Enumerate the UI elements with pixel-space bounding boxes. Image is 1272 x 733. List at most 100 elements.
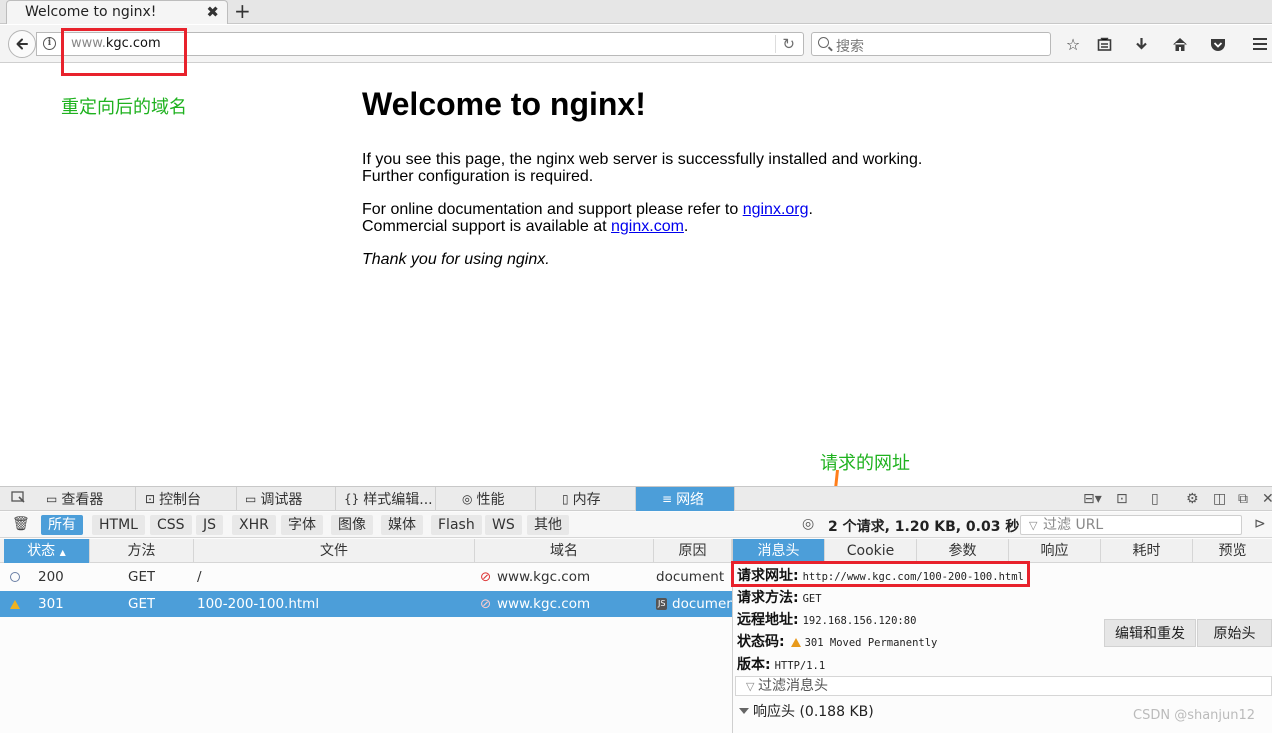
tab-strip: Welcome to nginx! ✖ + <box>0 0 1272 24</box>
filter-funnel-icon: ▽ <box>1029 519 1038 532</box>
filter-css[interactable]: CSS <box>150 515 192 535</box>
tab-timings[interactable]: 耗时 <box>1101 539 1193 563</box>
filter-other[interactable]: 其他 <box>527 515 569 535</box>
request-method-row: 请求方法: GET <box>737 590 822 606</box>
search-bar[interactable]: 搜索 <box>811 32 1051 56</box>
search-placeholder: 搜索 <box>836 39 864 55</box>
column-method[interactable]: 方法 <box>90 539 194 563</box>
column-cause[interactable]: 原因 <box>654 539 732 563</box>
devtools-tab-strip: ▭ 查看器 ⊡ 控制台 ▭ 调试器 {} 样式编辑... ◎ 性能 ▯ 内存 ≡… <box>0 487 1272 511</box>
insecure-lock-icon: ⊘ <box>480 596 492 612</box>
support-paragraph: For online documentation and support ple… <box>362 201 813 235</box>
filter-ws[interactable]: WS <box>485 515 522 535</box>
warning-icon <box>790 638 801 647</box>
close-tab-icon[interactable]: ✖ <box>206 3 219 21</box>
column-status[interactable]: 状态 ▲ <box>4 539 90 563</box>
menu-icon[interactable] <box>1250 34 1270 54</box>
split-console-icon[interactable]: ⊟▾ <box>1083 491 1102 507</box>
sort-ascending-icon: ▲ <box>59 548 66 557</box>
nginx-com-link[interactable]: nginx.com <box>611 218 684 235</box>
filter-funnel-icon: ▽ <box>746 680 755 693</box>
raw-headers-button[interactable]: 原始头 <box>1197 619 1272 647</box>
remote-address-row: 远程地址: 192.168.156.120:80 <box>737 612 917 628</box>
request-url-value[interactable]: http://www.kgc.com/100-200-100.html <box>803 571 1024 583</box>
edit-resend-button[interactable]: 编辑和重发 <box>1104 619 1196 647</box>
site-info-icon[interactable]: i <box>43 37 56 50</box>
response-headers-toggle[interactable]: 响应头 (0.188 KB) <box>739 701 874 721</box>
table-row[interactable]: 200 GET / ⊘ www.kgc.com document <box>0 564 732 590</box>
tab-preview[interactable]: 预览 <box>1193 539 1272 563</box>
browser-tab[interactable]: Welcome to nginx! ✖ <box>6 0 228 24</box>
bookmark-star-icon[interactable]: ☆ <box>1063 34 1083 54</box>
tab-network[interactable]: ≡ 网络 <box>636 487 735 511</box>
row-cause: documen <box>672 596 732 612</box>
tab-response[interactable]: 响应 <box>1009 539 1101 563</box>
watermark: CSDN @shanjun12 <box>1133 708 1256 723</box>
filter-all[interactable]: 所有 <box>41 515 83 535</box>
version-row: 版本: HTTP/1.1 <box>737 657 826 673</box>
undock-icon[interactable]: ⧉ <box>1238 491 1248 507</box>
tab-cookies[interactable]: Cookie <box>825 539 917 563</box>
toggle-sidebar-icon[interactable]: ⊳ <box>1254 516 1266 532</box>
filter-media[interactable]: 媒体 <box>381 515 423 535</box>
thanks-text: Thank you for using nginx. <box>362 251 550 268</box>
tab-style-editor[interactable]: {} 样式编辑... <box>336 487 436 511</box>
tab-title: Welcome to nginx! <box>25 4 157 20</box>
close-devtools-icon[interactable]: ✕ <box>1262 491 1272 507</box>
tab-headers[interactable]: 消息头 <box>733 539 825 563</box>
filter-html[interactable]: HTML <box>92 515 145 535</box>
filter-url-input[interactable]: ▽ 过滤 URL <box>1020 515 1242 535</box>
responsive-mode-icon[interactable]: ▯ <box>1151 491 1159 507</box>
filter-headers-input[interactable]: ▽ 过滤消息头 <box>735 676 1272 696</box>
pick-element-icon[interactable] <box>11 491 25 508</box>
filter-js[interactable]: JS <box>196 515 224 535</box>
filter-images[interactable]: 图像 <box>331 515 373 535</box>
request-table-header: 状态 ▲ 方法 文件 域名 原因 <box>0 539 732 563</box>
request-url-row: 请求网址: http://www.kgc.com/100-200-100.html <box>737 568 1024 584</box>
redirect-domain-annotation: 重定向后的域名 <box>61 97 187 118</box>
detail-tab-strip: 消息头 Cookie 参数 响应 耗时 预览 <box>733 539 1272 563</box>
request-url-annotation: 请求的网址 <box>820 453 910 474</box>
library-icon[interactable] <box>1094 34 1114 54</box>
row-file: / <box>197 569 202 585</box>
home-icon[interactable] <box>1170 34 1190 54</box>
settings-gear-icon[interactable]: ⚙ <box>1186 491 1199 507</box>
download-icon[interactable] <box>1131 34 1151 54</box>
table-row[interactable]: 301 GET 100-200-100.html ⊘ www.kgc.com J… <box>0 591 732 617</box>
tab-performance[interactable]: ◎ 性能 <box>436 487 536 511</box>
dock-side-icon[interactable]: ◫ <box>1213 491 1226 507</box>
row-domain: www.kgc.com <box>497 569 591 585</box>
scratchpad-icon[interactable]: ⊡ <box>1116 491 1128 507</box>
row-status: 301 <box>38 596 64 612</box>
column-file[interactable]: 文件 <box>194 539 475 563</box>
tab-debugger[interactable]: ▭ 调试器 <box>237 487 336 511</box>
pocket-icon[interactable] <box>1208 34 1228 54</box>
tab-console[interactable]: ⊡ 控制台 <box>137 487 237 511</box>
url-bar[interactable]: i www.kgc.com ↻ <box>36 32 804 56</box>
network-icon: ≡ <box>662 492 673 506</box>
warning-icon <box>10 600 20 609</box>
back-button[interactable] <box>8 30 36 58</box>
row-status: 200 <box>38 569 64 585</box>
filter-fonts[interactable]: 字体 <box>281 515 323 535</box>
performance-analysis-icon[interactable]: ◎ <box>802 516 814 532</box>
clear-trash-icon[interactable]: 🗑 <box>12 516 30 532</box>
url-text[interactable]: www.kgc.com <box>71 36 161 51</box>
network-filter-bar: 🗑 所有 HTML CSS JS XHR 字体 图像 媒体 Flash WS 其… <box>0 512 1272 538</box>
tab-memory[interactable]: ▯ 内存 <box>536 487 636 511</box>
tab-inspector[interactable]: ▭ 查看器 <box>38 487 136 511</box>
tab-params[interactable]: 参数 <box>917 539 1009 563</box>
new-tab-button[interactable]: + <box>234 0 251 23</box>
back-arrow-icon <box>16 38 28 50</box>
column-domain[interactable]: 域名 <box>475 539 654 563</box>
inspector-icon: ▭ <box>46 492 58 506</box>
row-method: GET <box>128 569 156 585</box>
navigation-toolbar: i www.kgc.com ↻ 搜索 ☆ <box>0 25 1272 63</box>
nginx-org-link[interactable]: nginx.org <box>743 201 809 218</box>
page-title: Welcome to nginx! <box>362 86 646 122</box>
intro-paragraph: If you see this page, the nginx web serv… <box>362 151 923 185</box>
filter-flash[interactable]: Flash <box>431 515 482 535</box>
reload-icon[interactable]: ↻ <box>775 35 795 53</box>
row-domain: www.kgc.com <box>497 596 591 612</box>
filter-xhr[interactable]: XHR <box>232 515 276 535</box>
